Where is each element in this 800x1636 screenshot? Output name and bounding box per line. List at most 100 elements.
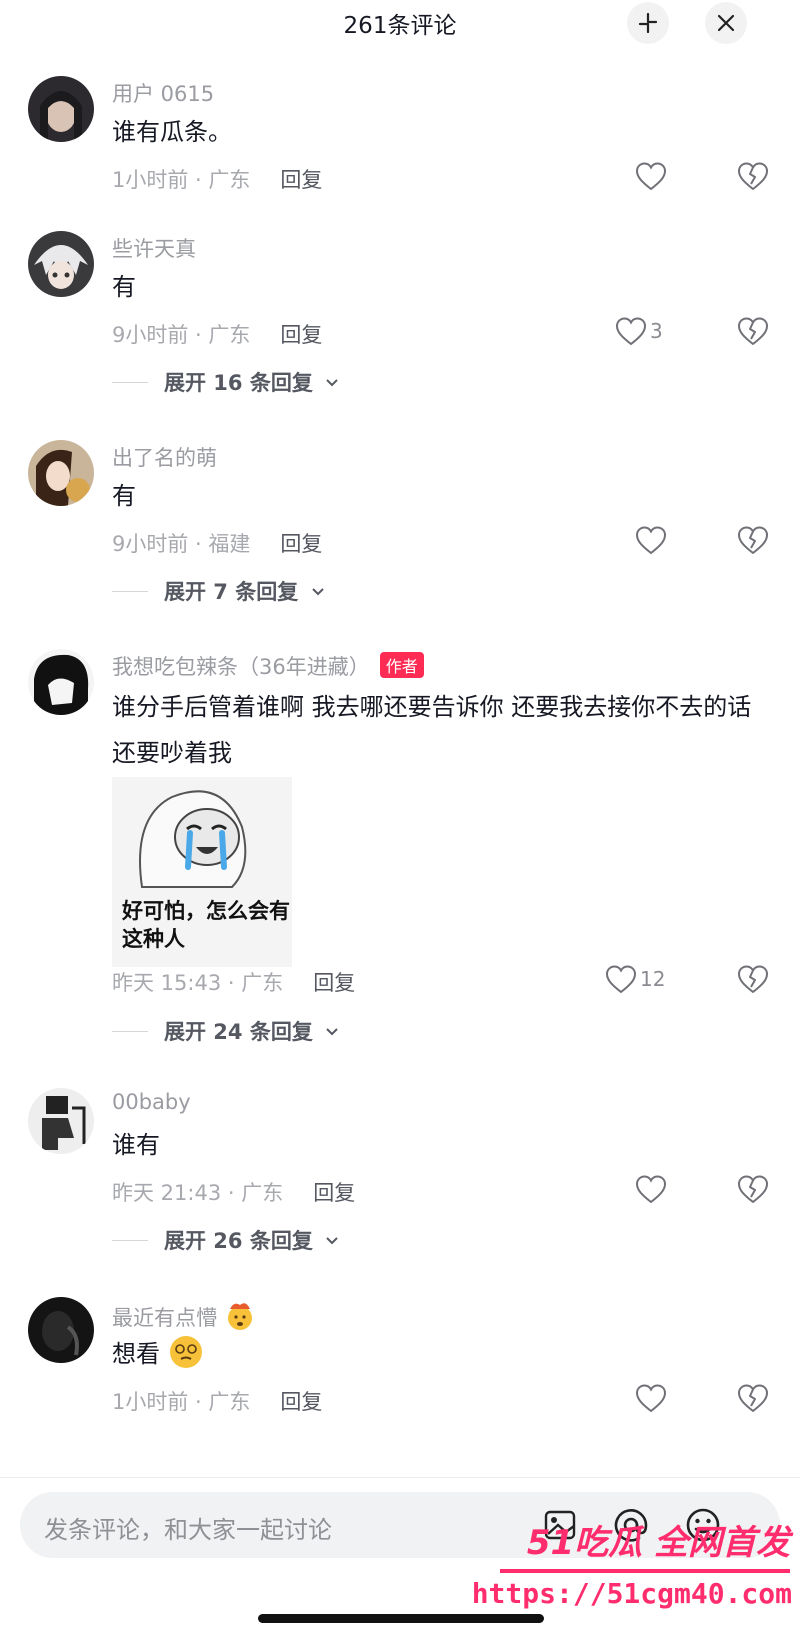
- comment-username[interactable]: 我想吃包辣条（36年进藏） 作者: [112, 651, 424, 681]
- comment-meta: 昨天 21:43 · 广东 回复: [112, 1177, 355, 1207]
- heart-icon: [615, 317, 647, 346]
- heart-icon: [635, 162, 667, 191]
- exploding-head-emoji-icon: [227, 1303, 252, 1330]
- avatar-image: [28, 440, 94, 506]
- comment-text: 谁分手后管着谁啊 我去哪还要告诉你 还要我去接你不去的话还要吵着我: [112, 693, 752, 767]
- avatar[interactable]: [28, 1297, 94, 1363]
- comment-meta: 1小时前 · 广东 回复: [112, 1386, 322, 1416]
- comment-time-location: 昨天 15:43 · 广东: [112, 971, 284, 995]
- broken-heart-icon: [738, 965, 768, 993]
- expand-replies-label: 展开 24 条回复: [164, 1020, 313, 1044]
- like-button[interactable]: [634, 1382, 668, 1416]
- comment-meta: 昨天 15:43 · 广东 回复: [112, 967, 355, 997]
- divider: [112, 382, 148, 383]
- comment-meta: 1小时前 · 广东 回复: [112, 164, 322, 194]
- comment-time-location: 9小时前 · 福建: [112, 532, 251, 556]
- comment-text: 谁有: [112, 1131, 160, 1159]
- comment-time-location: 昨天 21:43 · 广东: [112, 1181, 284, 1205]
- avatar[interactable]: [28, 231, 94, 297]
- reply-button[interactable]: 回复: [280, 323, 322, 347]
- dislike-button[interactable]: [736, 963, 770, 997]
- collapse-icon: [638, 12, 658, 34]
- comment-text-content: 想看: [112, 1340, 160, 1368]
- comment-count-title: 261条评论: [343, 13, 457, 39]
- author-badge: 作者: [379, 652, 424, 678]
- reply-button[interactable]: 回复: [280, 1390, 322, 1414]
- dislike-button[interactable]: [736, 1173, 770, 1207]
- comment-input-placeholder: 发条评论，和大家一起讨论: [44, 1516, 332, 1544]
- like-button[interactable]: 12: [604, 963, 684, 997]
- divider: [112, 1240, 148, 1241]
- avatar-image: [28, 1297, 94, 1363]
- avatar[interactable]: [28, 440, 94, 506]
- like-button[interactable]: [634, 160, 668, 194]
- avatar[interactable]: [28, 1088, 94, 1154]
- comment-username[interactable]: 最近有点懵: [112, 1299, 256, 1332]
- avatar[interactable]: [28, 76, 94, 142]
- home-indicator[interactable]: [258, 1614, 544, 1623]
- like-button[interactable]: [634, 524, 668, 558]
- dislike-button[interactable]: [736, 524, 770, 558]
- crying-face-sticker: [139, 790, 247, 888]
- expand-replies[interactable]: 展开 24 条回复: [112, 1016, 340, 1046]
- broken-heart-icon: [738, 317, 768, 345]
- broken-heart-icon: [738, 1384, 768, 1412]
- like-button[interactable]: 3: [614, 315, 684, 349]
- dislike-button[interactable]: [736, 315, 770, 349]
- avatar[interactable]: [28, 649, 94, 715]
- avatar-image: [28, 649, 94, 715]
- like-count: 3: [650, 319, 663, 343]
- comment-text: 谁有瓜条。: [112, 118, 232, 146]
- dislike-button[interactable]: [736, 160, 770, 194]
- like-count: 12: [640, 967, 666, 991]
- close-button[interactable]: [705, 2, 747, 44]
- expand-replies-label: 展开 16 条回复: [164, 371, 313, 395]
- avatar-image: [28, 1088, 94, 1154]
- comment-meta: 9小时前 · 广东 回复: [112, 319, 322, 349]
- avatar-image: [28, 231, 94, 297]
- heart-icon: [635, 1384, 667, 1413]
- dizzy-face-emoji-icon: [169, 1336, 202, 1368]
- comment-text: 想看: [112, 1331, 772, 1377]
- close-icon: [717, 14, 735, 32]
- broken-heart-icon: [738, 162, 768, 190]
- dislike-button[interactable]: [736, 1382, 770, 1416]
- comments-header: 261条评论: [0, 0, 800, 48]
- expand-replies[interactable]: 展开 26 条回复: [112, 1225, 340, 1255]
- watermark-url: https://51cgm40.com: [471, 1577, 792, 1610]
- watermark-title: 51吃瓜 全网首发: [526, 1523, 790, 1563]
- heart-icon: [635, 526, 667, 555]
- comment-time-location: 9小时前 · 广东: [112, 323, 251, 347]
- like-button[interactable]: [634, 1173, 668, 1207]
- reply-button[interactable]: 回复: [313, 971, 355, 995]
- broken-heart-icon: [738, 526, 768, 554]
- heart-icon: [635, 1175, 667, 1204]
- heart-icon: [605, 965, 637, 994]
- reply-button[interactable]: 回复: [280, 532, 322, 556]
- comment-username-text: 最近有点懵: [112, 1306, 217, 1330]
- broken-heart-icon: [738, 1175, 768, 1203]
- comment-meta: 9小时前 · 福建 回复: [112, 528, 322, 558]
- sticker-image[interactable]: 好可怕，怎么会有这种人: [112, 777, 292, 967]
- avatar-image: [28, 76, 94, 142]
- comment-text: 有: [112, 273, 136, 301]
- collapse-button[interactable]: [627, 2, 669, 44]
- chevron-down-icon: [326, 1237, 338, 1245]
- expand-replies-label: 展开 26 条回复: [164, 1229, 313, 1253]
- watermark-underline: [500, 1569, 790, 1573]
- expand-replies[interactable]: 展开 16 条回复: [112, 367, 340, 397]
- chevron-down-icon: [326, 1028, 338, 1036]
- sticker-caption: 好可怕，怎么会有这种人: [122, 899, 290, 951]
- comment-time-location: 1小时前 · 广东: [112, 168, 251, 192]
- chevron-down-icon: [311, 588, 324, 596]
- reply-button[interactable]: 回复: [313, 1181, 355, 1205]
- watermark: 51吃瓜 全网首发 https://51cgm40.com: [472, 1515, 800, 1625]
- comment-username[interactable]: 00baby: [112, 1090, 191, 1114]
- divider: [112, 1031, 148, 1032]
- comment-username[interactable]: 用户 0615: [112, 78, 214, 108]
- reply-button[interactable]: 回复: [280, 168, 322, 192]
- expand-replies[interactable]: 展开 7 条回复: [112, 576, 326, 606]
- comment-username[interactable]: 些许天真: [112, 233, 196, 263]
- chevron-down-icon: [326, 379, 338, 387]
- comment-username[interactable]: 出了名的萌: [112, 442, 217, 472]
